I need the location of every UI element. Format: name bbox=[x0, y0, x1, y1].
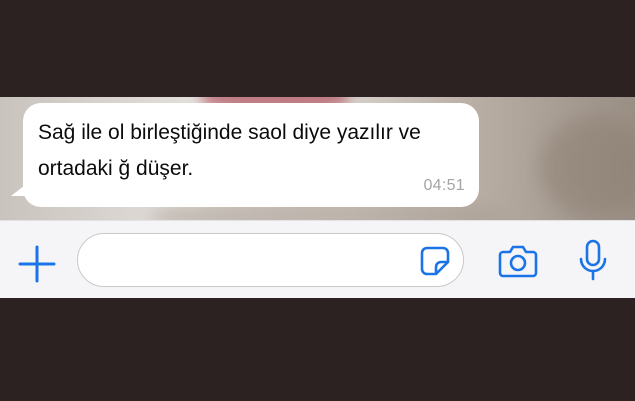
microphone-icon[interactable] bbox=[578, 239, 608, 283]
camera-icon[interactable] bbox=[498, 243, 538, 279]
plus-icon[interactable] bbox=[18, 245, 56, 283]
bottom-frame bbox=[0, 298, 635, 401]
message-input[interactable] bbox=[77, 233, 464, 287]
message-timestamp: 04:51 bbox=[423, 177, 465, 194]
message-text: Sağ ile ol birleştiğinde saol diye yazıl… bbox=[38, 121, 421, 180]
wallpaper-shape bbox=[540, 117, 635, 217]
message-input-bar bbox=[0, 220, 635, 298]
incoming-message-bubble[interactable]: Sağ ile ol birleştiğinde saol diye yazıl… bbox=[23, 103, 479, 207]
top-frame bbox=[0, 0, 635, 97]
sticker-icon[interactable] bbox=[419, 245, 451, 277]
